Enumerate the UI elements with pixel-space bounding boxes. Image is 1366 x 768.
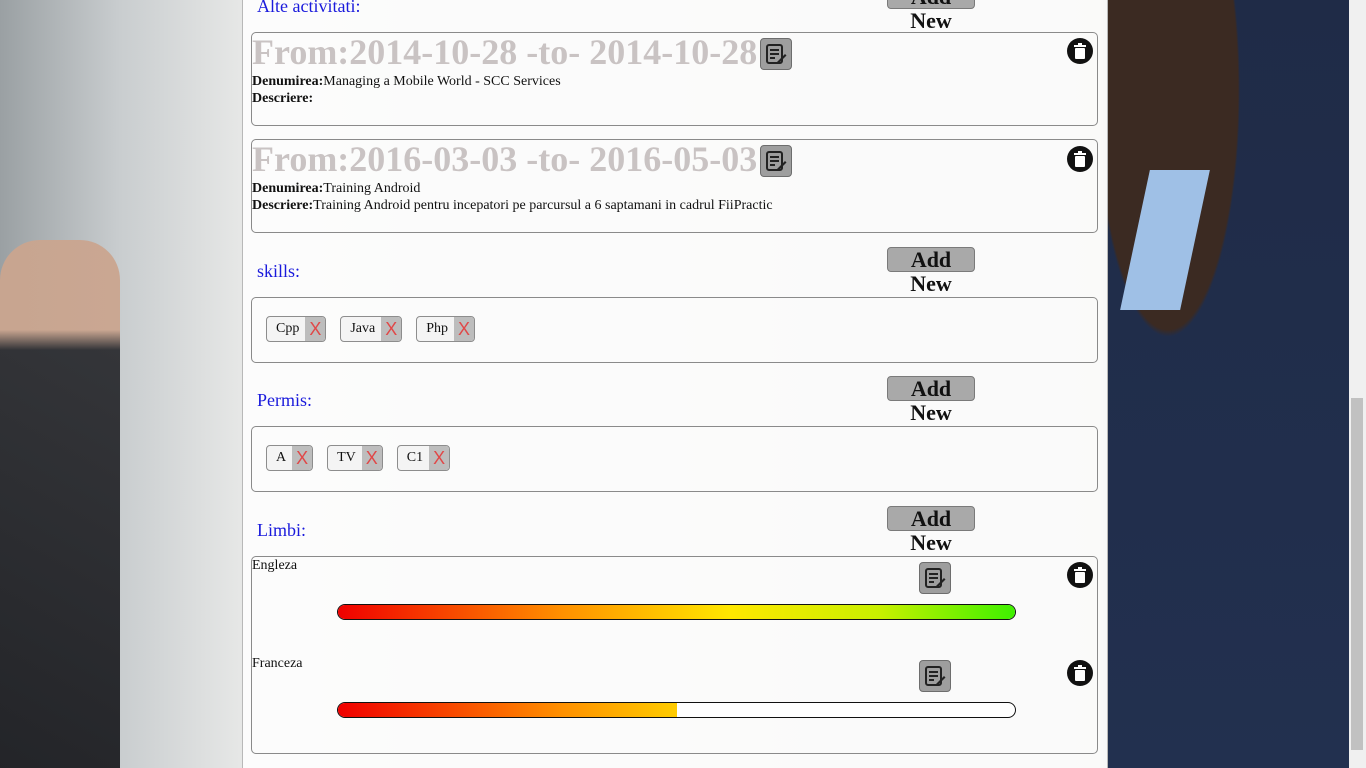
activity-date-range: From:2016-03-03 -to- 2016-05-03 [252,139,758,179]
add-language-button[interactable]: Add New [887,506,975,555]
remove-skill-button[interactable]: X [381,317,402,341]
activity-card: From:2014-10-28 -to- 2014-10-28 Denumire… [251,32,1098,126]
permis-label: TV [337,450,356,465]
permis-label: C1 [406,450,424,465]
delete-language-button[interactable] [1067,660,1093,686]
activity-name-line: Denumirea:Training Android [252,181,420,197]
edit-language-button[interactable] [919,562,951,594]
permis-chip: AX [266,445,314,471]
activity-card: From:2016-03-03 -to- 2016-05-03 Denumire… [251,139,1098,233]
section-title-limbi: Limbi: [257,520,306,540]
edit-document-icon [766,151,787,171]
skill-label: Java [350,321,376,336]
trash-icon [1074,43,1086,59]
permis-chip: TV X [327,445,383,471]
remove-skill-button[interactable]: X [305,317,326,341]
activity-description-line: Descriere:Training Android pentru incepa… [252,198,773,214]
skills-chip-list: Cpp X Java X Php X [266,316,476,342]
activity-name-line: Denumirea:Managing a Mobile World - SCC … [252,74,561,90]
delete-language-button[interactable] [1067,562,1093,588]
edit-language-button[interactable] [919,660,951,692]
remove-permis-button[interactable]: X [429,446,450,470]
activity-date-range: From:2014-10-28 -to- 2014-10-28 [252,32,758,72]
skill-chip: Cpp X [266,316,327,342]
permis-card: AX TV X C1 X [251,426,1098,492]
permis-label: A [276,450,287,465]
skills-card: Cpp X Java X Php X [251,297,1098,363]
add-activity-button[interactable]: Add New [887,0,975,33]
language-name: Franceza [252,656,303,671]
edit-activity-button[interactable] [760,145,792,177]
activity-name: Managing a Mobile World - SCC Services [323,74,561,89]
skill-chip: Php X [416,316,476,342]
background-person-right [1108,0,1366,768]
add-skill-button[interactable]: Add New [887,247,975,296]
background-person-left [0,240,120,768]
descriere-label: Descriere: [252,198,314,213]
edit-document-icon [925,568,946,588]
section-title-permis: Permis: [257,390,313,410]
delete-activity-button[interactable] [1067,146,1093,172]
remove-permis-button[interactable]: X [292,446,313,470]
language-level-fill [338,703,677,717]
activity-name: Training Android [323,181,421,196]
add-permis-button[interactable]: Add New [887,376,975,425]
trash-icon [1074,665,1086,681]
trash-icon [1074,151,1086,167]
language-level-bar [337,604,1016,620]
skill-label: Cpp [276,321,300,336]
language-level-fill [338,605,1015,619]
profile-panel: Alte activitati: Add New From:2014-10-28… [242,0,1108,768]
remove-skill-button[interactable]: X [454,317,475,341]
edit-document-icon [925,666,946,686]
skill-chip: Java X [340,316,403,342]
denumire-label: Denumirea: [252,74,324,89]
activity-description-line: Descriere: [252,91,313,107]
section-title-skills: skills: [257,261,301,281]
permis-chip-list: AX TV X C1 X [266,445,451,471]
descriere-label: Descriere: [252,91,314,106]
delete-activity-button[interactable] [1067,38,1093,64]
language-level-bar [337,702,1016,718]
permis-chip: C1 X [396,445,451,471]
remove-permis-button[interactable]: X [361,446,382,470]
languages-card: Engleza Franceza [251,556,1098,754]
denumire-label: Denumirea: [252,181,324,196]
language-name: Engleza [252,558,298,573]
skill-label: Php [426,321,449,336]
activity-description: Training Android pentru incepatori pe pa… [313,198,773,213]
edit-activity-button[interactable] [760,38,792,70]
section-title-alte-activitati: Alte activitati: [257,0,361,16]
edit-document-icon [766,44,787,64]
trash-icon [1074,567,1086,583]
scrollbar-thumb[interactable] [1351,398,1363,750]
